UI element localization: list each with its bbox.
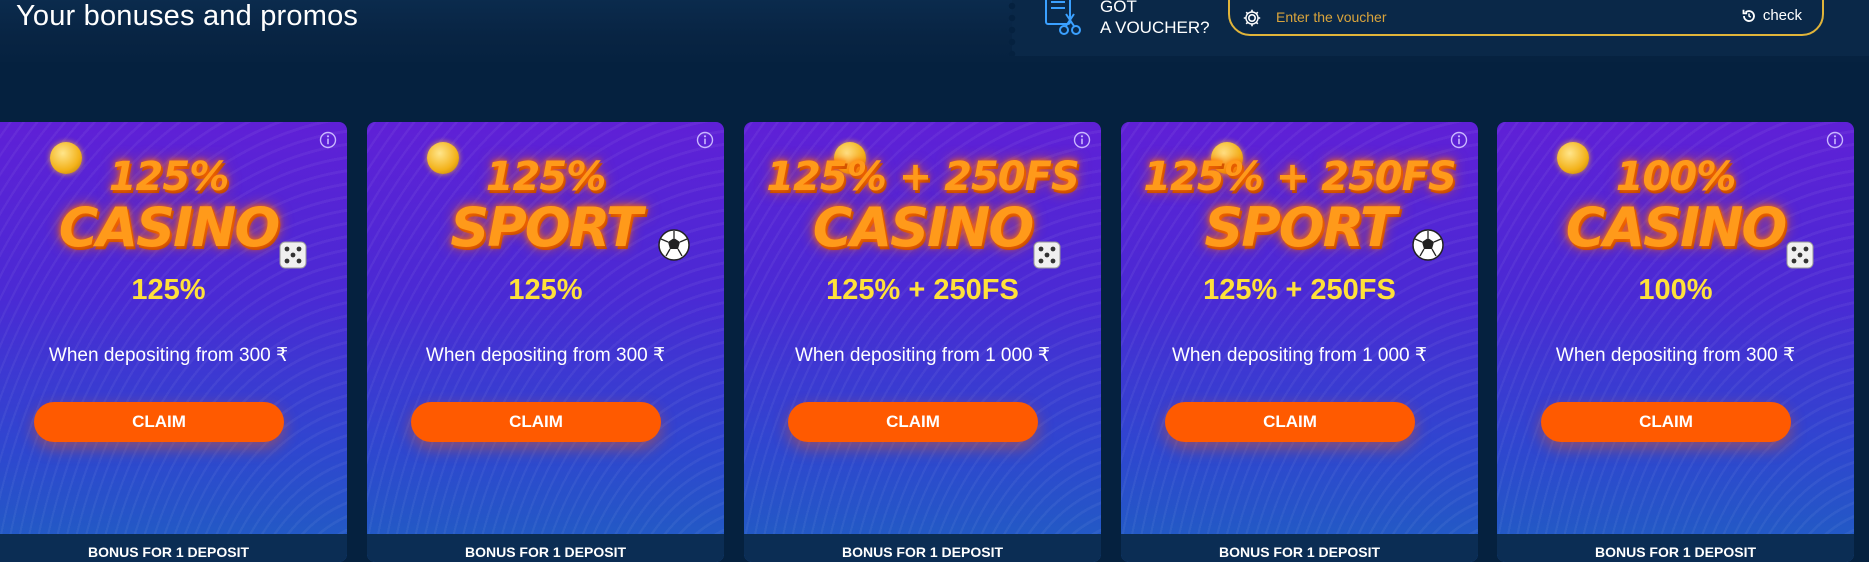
- voucher-placeholder: Enter the voucher: [1276, 9, 1387, 25]
- dice-icon: [279, 241, 307, 269]
- voucher-scissors-icon: [1045, 0, 1081, 35]
- card-footer: BONUS FOR 1 DEPOSIT: [1121, 534, 1478, 562]
- banner-top-text: 125%: [108, 154, 230, 200]
- perforation-divider: [1008, 0, 1016, 56]
- promo-banner: 125% + 250FS CASINO: [744, 140, 1101, 269]
- promo-banner: 100% CASINO: [1497, 140, 1854, 269]
- bonus-amount: 125%: [131, 274, 206, 306]
- refresh-icon: [1742, 9, 1755, 22]
- promo-banner: 125% + 250FS SPORT: [1121, 140, 1478, 261]
- voucher-label-line2: A VOUCHER?: [1100, 18, 1210, 37]
- bonus-amount: 125%: [508, 274, 583, 306]
- voucher-panel: GOT A VOUCHER? Enter the voucher check: [1008, 0, 1869, 56]
- bonus-card: 100% CASINO 100% When depositing from 30…: [1497, 122, 1854, 562]
- bonus-description: When depositing from 300 ₹: [48, 345, 289, 366]
- claim-button[interactable]: CLAIM: [1165, 402, 1415, 442]
- bonus-amount: 125% + 250FS: [1203, 274, 1396, 306]
- header-bar: Your bonuses and promos GOT A VOUCHER? E…: [0, 0, 1869, 62]
- voucher-label-line1: GOT: [1100, 0, 1137, 16]
- soccer-ball-icon: [658, 229, 690, 261]
- banner-top-text: 125% + 250FS: [1143, 154, 1457, 200]
- check-button[interactable]: check: [1741, 7, 1802, 24]
- bonus-description: When depositing from 1 000 ₹: [794, 345, 1050, 366]
- claim-button[interactable]: CLAIM: [788, 402, 1038, 442]
- promo-banner: 125% CASINO: [0, 140, 347, 269]
- bonus-card: 125% CASINO 125% When depositing from 30…: [0, 122, 347, 562]
- voucher-label: GOT A VOUCHER?: [1100, 0, 1210, 38]
- bonus-card: 125% + 250FS CASINO 125% + 250FS When de…: [744, 122, 1101, 562]
- soccer-ball-icon: [1412, 229, 1444, 261]
- banner-top-text: 100%: [1615, 154, 1737, 200]
- page-title: Your bonuses and promos: [16, 0, 359, 32]
- claim-button[interactable]: CLAIM: [1541, 402, 1791, 442]
- bonus-card: 125% SPORT 125% When depositing from 300…: [367, 122, 724, 562]
- check-label: check: [1762, 7, 1802, 24]
- bonus-description: When depositing from 300 ₹: [425, 345, 666, 366]
- dice-icon: [1786, 241, 1814, 269]
- bonus-description: When depositing from 1 000 ₹: [1171, 345, 1427, 366]
- card-footer: BONUS FOR 1 DEPOSIT: [0, 534, 347, 562]
- card-footer: BONUS FOR 1 DEPOSIT: [1497, 534, 1854, 562]
- card-footer: BONUS FOR 1 DEPOSIT: [744, 534, 1101, 562]
- bonus-card: 125% + 250FS SPORT 125% + 250FS When dep…: [1121, 122, 1478, 562]
- claim-button[interactable]: CLAIM: [34, 402, 284, 442]
- bonus-description: When depositing from 300 ₹: [1555, 345, 1796, 366]
- dice-icon: [1033, 241, 1061, 269]
- card-footer: BONUS FOR 1 DEPOSIT: [367, 534, 724, 562]
- bonus-amount: 100%: [1638, 274, 1713, 306]
- banner-top-text: 125%: [485, 154, 607, 200]
- banner-top-text: 125% + 250FS: [766, 154, 1080, 200]
- gear-icon: [1243, 9, 1261, 27]
- voucher-input[interactable]: Enter the voucher check: [1228, 0, 1824, 36]
- claim-button[interactable]: CLAIM: [411, 402, 661, 442]
- promo-banner: 125% SPORT: [367, 140, 724, 261]
- bonus-amount: 125% + 250FS: [826, 274, 1019, 306]
